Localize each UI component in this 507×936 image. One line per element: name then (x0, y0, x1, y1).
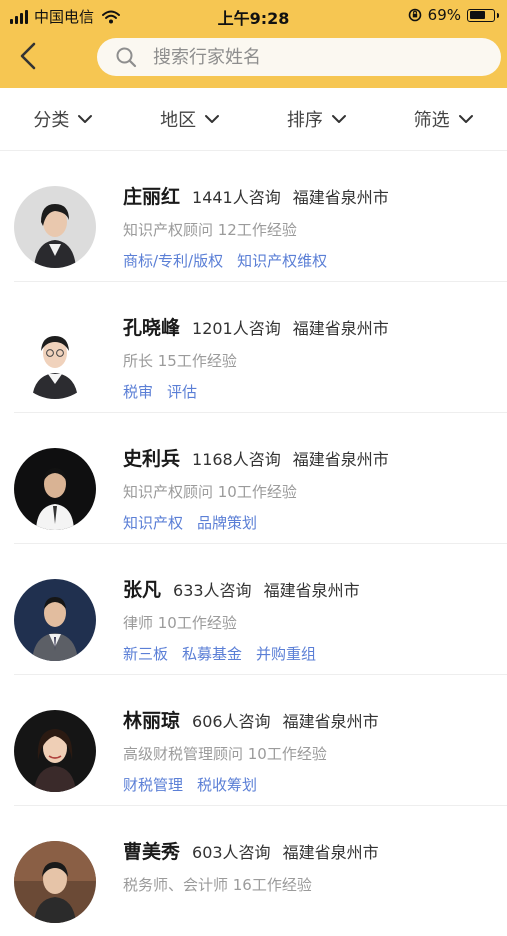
expert-name: 史利兵 (123, 448, 181, 470)
expert-item[interactable]: 林丽琼 606人咨询 福建省泉州市 高级财税管理顾问 10工作经验 财税管理 税… (14, 675, 507, 806)
filter-bar: 分类 地区 排序 筛选 (0, 88, 507, 151)
consult-count: 1441人咨询 (192, 188, 281, 207)
expert-info: 林丽琼 606人咨询 福建省泉州市 高级财税管理顾问 10工作经验 财税管理 税… (123, 706, 507, 795)
filter-screen[interactable]: 筛选 (380, 88, 507, 150)
expert-location: 福建省泉州市 (292, 188, 389, 207)
tag[interactable]: 税收筹划 (197, 774, 257, 795)
battery-icon (467, 8, 499, 22)
filter-label: 分类 (33, 110, 70, 131)
expert-location: 福建省泉州市 (292, 450, 389, 469)
tag[interactable]: 私募基金 (182, 643, 242, 664)
status-right: 69% (408, 6, 499, 24)
expert-item[interactable]: 史利兵 1168人咨询 福建省泉州市 知识产权顾问 10工作经验 知识产权 品牌… (14, 413, 507, 544)
tag[interactable]: 并购重组 (256, 643, 316, 664)
expert-location: 福建省泉州市 (282, 843, 379, 862)
search-input[interactable] (151, 45, 455, 69)
expert-item[interactable]: 孔晓峰 1201人咨询 福建省泉州市 所长 15工作经验 税审 评估 (14, 282, 507, 413)
expert-title: 律师 10工作经验 (123, 614, 237, 632)
expert-title: 高级财税管理顾问 10工作经验 (123, 745, 327, 763)
tag[interactable]: 评估 (167, 381, 197, 402)
header: 中国电信 上午9:28 69% (0, 0, 507, 88)
chevron-down-icon (78, 115, 93, 123)
expert-info: 史利兵 1168人咨询 福建省泉州市 知识产权顾问 10工作经验 知识产权 品牌… (123, 444, 507, 533)
expert-info: 庄丽红 1441人咨询 福建省泉州市 知识产权顾问 12工作经验 商标/专利/版… (123, 182, 507, 271)
avatar (14, 710, 96, 792)
expert-info: 孔晓峰 1201人咨询 福建省泉州市 所长 15工作经验 税审 评估 (123, 313, 507, 402)
expert-tags: 知识产权 品牌策划 (123, 512, 507, 533)
filter-region[interactable]: 地区 (127, 88, 254, 150)
expert-name: 林丽琼 (123, 710, 181, 732)
chevron-down-icon (331, 115, 346, 123)
expert-tags: 商标/专利/版权 知识产权维权 (123, 250, 507, 271)
expert-tags: 财税管理 税收筹划 (123, 774, 507, 795)
expert-info: 张凡 633人咨询 福建省泉州市 律师 10工作经验 新三板 私募基金 并购重组 (123, 575, 507, 664)
tag[interactable]: 税审 (123, 381, 153, 402)
expert-tags: 税审 评估 (123, 381, 507, 402)
avatar (14, 448, 96, 530)
search-bar[interactable] (97, 38, 501, 76)
filter-label: 地区 (160, 110, 197, 131)
filter-category[interactable]: 分类 (0, 88, 127, 150)
expert-name: 曹美秀 (123, 841, 181, 863)
avatar (14, 186, 96, 268)
expert-name: 庄丽红 (123, 186, 181, 208)
expert-name: 张凡 (123, 579, 162, 601)
expert-title: 所长 15工作经验 (123, 352, 237, 370)
expert-title: 税务师、会计师 16工作经验 (123, 876, 312, 894)
tag[interactable]: 新三板 (123, 643, 168, 664)
consult-count: 1201人咨询 (192, 319, 281, 338)
filter-label: 排序 (286, 110, 323, 131)
avatar (14, 317, 96, 399)
chevron-down-icon (458, 115, 473, 123)
consult-count: 603人咨询 (192, 843, 271, 862)
expert-name: 孔晓峰 (123, 317, 181, 339)
consult-count: 606人咨询 (192, 712, 271, 731)
consult-count: 1168人咨询 (192, 450, 281, 469)
avatar (14, 841, 96, 923)
expert-title: 知识产权顾问 10工作经验 (123, 483, 297, 501)
tag[interactable]: 商标/专利/版权 (123, 250, 223, 271)
expert-location: 福建省泉州市 (292, 319, 389, 338)
search-icon (116, 47, 137, 68)
expert-item[interactable]: 张凡 633人咨询 福建省泉州市 律师 10工作经验 新三板 私募基金 并购重组 (14, 544, 507, 675)
filter-sort[interactable]: 排序 (254, 88, 381, 150)
expert-list: 庄丽红 1441人咨询 福建省泉州市 知识产权顾问 12工作经验 商标/专利/版… (0, 151, 507, 936)
tag[interactable]: 知识产权维权 (237, 250, 327, 271)
tag[interactable]: 知识产权 (123, 512, 183, 533)
expert-location: 福建省泉州市 (282, 712, 379, 731)
avatar (14, 579, 96, 661)
chevron-down-icon (205, 115, 220, 123)
expert-item[interactable]: 庄丽红 1441人咨询 福建省泉州市 知识产权顾问 12工作经验 商标/专利/版… (14, 151, 507, 282)
battery-percent: 69% (427, 6, 461, 24)
filter-label: 筛选 (413, 110, 450, 131)
orientation-lock-icon (408, 8, 421, 22)
consult-count: 633人咨询 (173, 581, 252, 600)
tag[interactable]: 品牌策划 (197, 512, 257, 533)
back-button[interactable] (12, 38, 48, 74)
expert-title: 知识产权顾问 12工作经验 (123, 221, 297, 239)
expert-item[interactable]: 曹美秀 603人咨询 福建省泉州市 税务师、会计师 16工作经验 (14, 806, 507, 936)
expert-info: 曹美秀 603人咨询 福建省泉州市 税务师、会计师 16工作经验 (123, 837, 507, 895)
tag[interactable]: 财税管理 (123, 774, 183, 795)
status-bar: 中国电信 上午9:28 69% (0, 0, 507, 30)
expert-tags: 新三板 私募基金 并购重组 (123, 643, 507, 664)
expert-location: 福建省泉州市 (263, 581, 360, 600)
